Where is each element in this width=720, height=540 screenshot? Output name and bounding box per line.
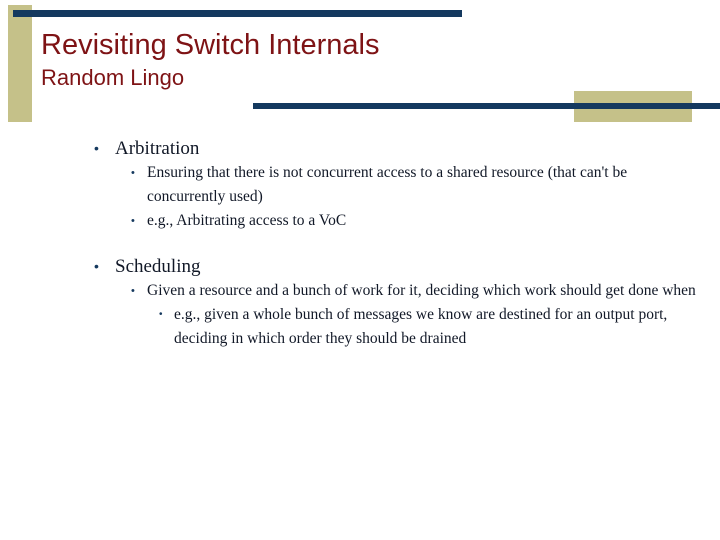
bullet-marker-icon: • <box>131 167 135 179</box>
bullet-marker-icon: • <box>131 215 135 227</box>
bullet-marker-icon: • <box>94 140 99 156</box>
bullet-text: Ensuring that there is not concurrent ac… <box>147 164 628 205</box>
slide-title: Revisiting Switch Internals <box>41 29 380 61</box>
bullet-level3: • e.g., given a whole bunch of messages … <box>0 303 720 351</box>
bullet-group-arbitration: • Arbitration • Ensuring that there is n… <box>0 136 720 233</box>
title-block: Revisiting Switch Internals Random Lingo <box>41 28 661 91</box>
bullet-level1: • Scheduling <box>0 254 720 279</box>
bullet-text: Scheduling <box>115 256 201 277</box>
bullet-text: e.g., given a whole bunch of messages we… <box>174 306 668 347</box>
bullet-marker-icon: • <box>94 258 99 274</box>
bullet-marker-icon: • <box>159 309 163 320</box>
header-navy-underline-bar <box>253 103 720 109</box>
bullet-text: e.g., Arbitrating access to a VoC <box>147 212 347 229</box>
bullet-marker-icon: • <box>131 285 135 297</box>
bullet-text: Given a resource and a bunch of work for… <box>147 282 696 299</box>
slide-subtitle: Random Lingo <box>41 65 185 90</box>
bullet-level2: • Ensuring that there is not concurrent … <box>0 161 720 209</box>
bullet-level2: • Given a resource and a bunch of work f… <box>0 279 720 303</box>
bullet-level2: • e.g., Arbitrating access to a VoC <box>0 209 720 233</box>
bullet-level1: • Arbitration <box>0 136 720 161</box>
header-khaki-vertical-bar <box>8 5 32 122</box>
header-navy-top-bar <box>13 10 462 17</box>
bullet-group-scheduling: • Scheduling • Given a resource and a bu… <box>0 254 720 351</box>
bullet-text: Arbitration <box>115 138 200 159</box>
slide-body: • Arbitration • Ensuring that there is n… <box>0 136 720 351</box>
slide-canvas: Revisiting Switch Internals Random Lingo… <box>0 0 720 540</box>
